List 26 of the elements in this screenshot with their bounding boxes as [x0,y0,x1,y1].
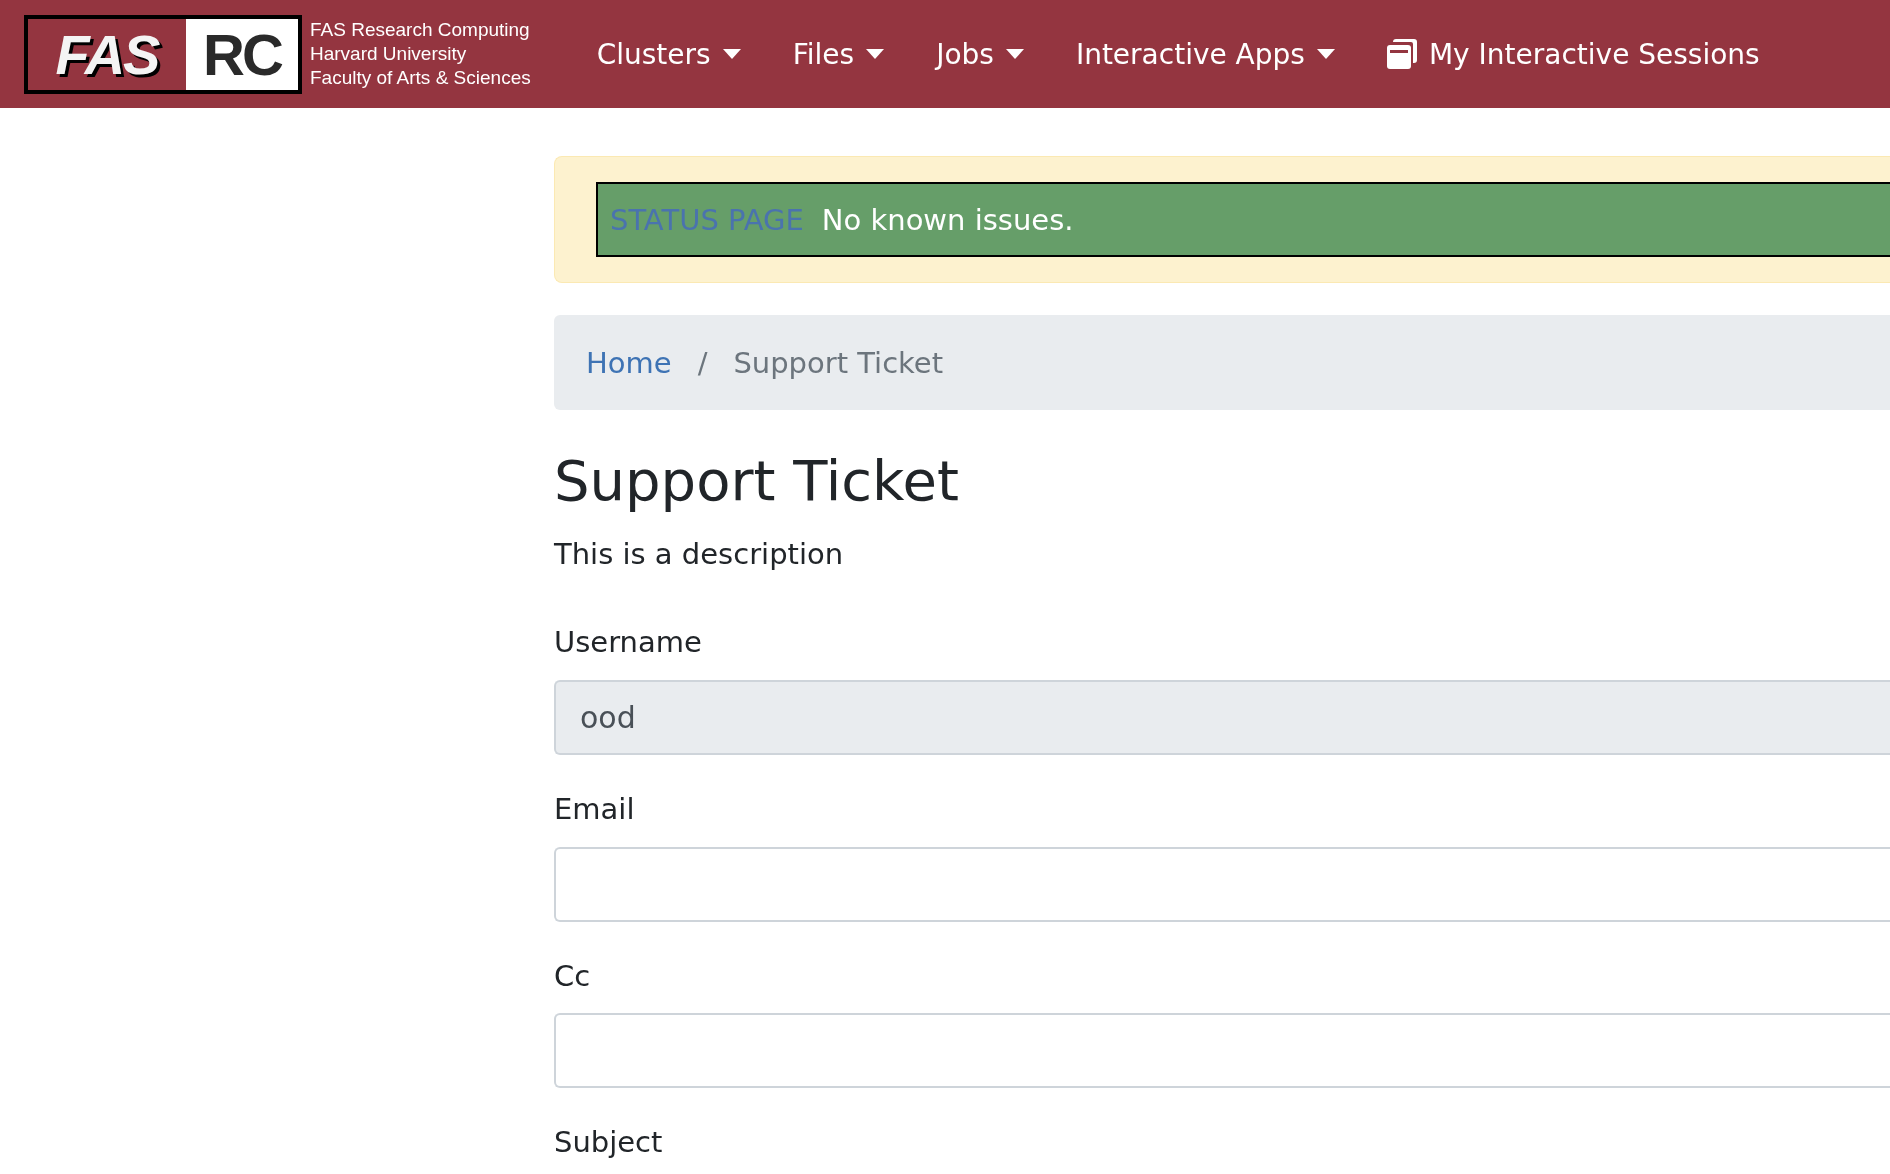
logo-text: FAS Research Computing [310,18,531,42]
nav-item[interactable]: My Interactive Sessions [1360,37,1786,71]
caret-icon [722,49,741,59]
caret-icon [866,49,885,59]
logo-text: Faculty of Arts & Sciences [310,66,531,90]
caret-icon [1316,49,1335,59]
breadcrumb-separator: / [697,345,708,380]
logo[interactable]: FAS RC [24,14,302,94]
windows-icon [1386,39,1417,69]
field-label: Cc [554,958,592,994]
field-label: Username [554,625,703,660]
current-page-text[interactable]: Support Ticket [733,345,944,380]
page-description: This is a description [554,537,845,571]
caret-icon [1005,49,1024,59]
nav-item[interactable]: Files [766,37,911,71]
field-label: Subject [554,1125,664,1161]
breadcrumb-link[interactable]: Home [586,345,672,380]
status-message: No known issues. [821,202,1074,237]
input-field[interactable] [554,846,1890,922]
logo-text: Harvard University [310,42,468,66]
nav-item[interactable]: Jobs [910,37,1050,71]
input-field[interactable] [554,1013,1890,1089]
nav-item[interactable]: Clusters [570,37,767,71]
nav-item[interactable]: Interactive Apps [1049,37,1361,71]
page-title: Support Ticket [554,448,960,513]
field-label: Email [554,791,636,827]
